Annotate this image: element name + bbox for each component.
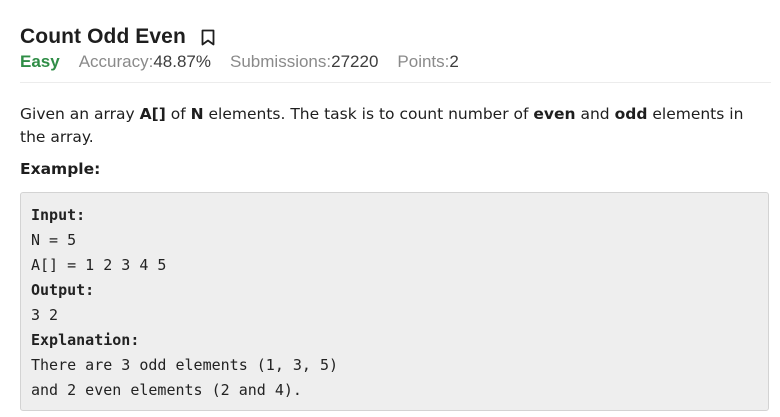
desc-odd-word: odd [614, 105, 648, 123]
desc-text: Given an array [20, 105, 140, 123]
explanation-label: Explanation: [31, 331, 140, 349]
explanation-line: and 2 even elements (2 and 4). [31, 381, 302, 399]
output-label: Output: [31, 281, 95, 299]
desc-text: of [165, 105, 191, 123]
accuracy-label: Accuracy: [78, 52, 154, 71]
points-value: 2 [449, 52, 459, 71]
explanation-line: There are 3 odd elements (1, 3, 5) [31, 356, 339, 374]
input-line: N = 5 [31, 231, 77, 249]
difficulty-badge: Easy [20, 52, 60, 71]
problem-description: Given an array A[] of N elements. The ta… [20, 103, 771, 149]
desc-array-name: A[] [139, 105, 166, 123]
bookmark-icon[interactable] [200, 28, 216, 46]
submissions-value: 27220 [331, 52, 379, 71]
submissions-label: Submissions: [230, 52, 332, 71]
input-label: Input: [31, 206, 86, 224]
desc-n-name: N [190, 105, 204, 123]
input-line: A[] = 1 2 3 4 5 [31, 256, 167, 274]
output-value: 3 2 [31, 306, 59, 324]
problem-title: Count Odd Even [20, 25, 186, 48]
problem-meta: Easy Accuracy: 48.87% Submissions: 27220… [20, 52, 771, 76]
accuracy-value: 48.87% [153, 52, 212, 71]
example-heading: Example: [20, 160, 101, 178]
problem-header: Count Odd Even Easy Accuracy: 48.87% Sub… [20, 22, 771, 76]
header-divider [20, 82, 771, 83]
desc-even-word: even [533, 105, 576, 123]
desc-text: and [575, 105, 615, 123]
example-code-block: Input: N = 5 A[] = 1 2 3 4 5 Output: 3 2… [20, 192, 769, 411]
desc-text: elements. The task is to count number of [203, 105, 534, 123]
points-label: Points: [397, 52, 450, 71]
title-row: Count Odd Even [20, 22, 771, 52]
